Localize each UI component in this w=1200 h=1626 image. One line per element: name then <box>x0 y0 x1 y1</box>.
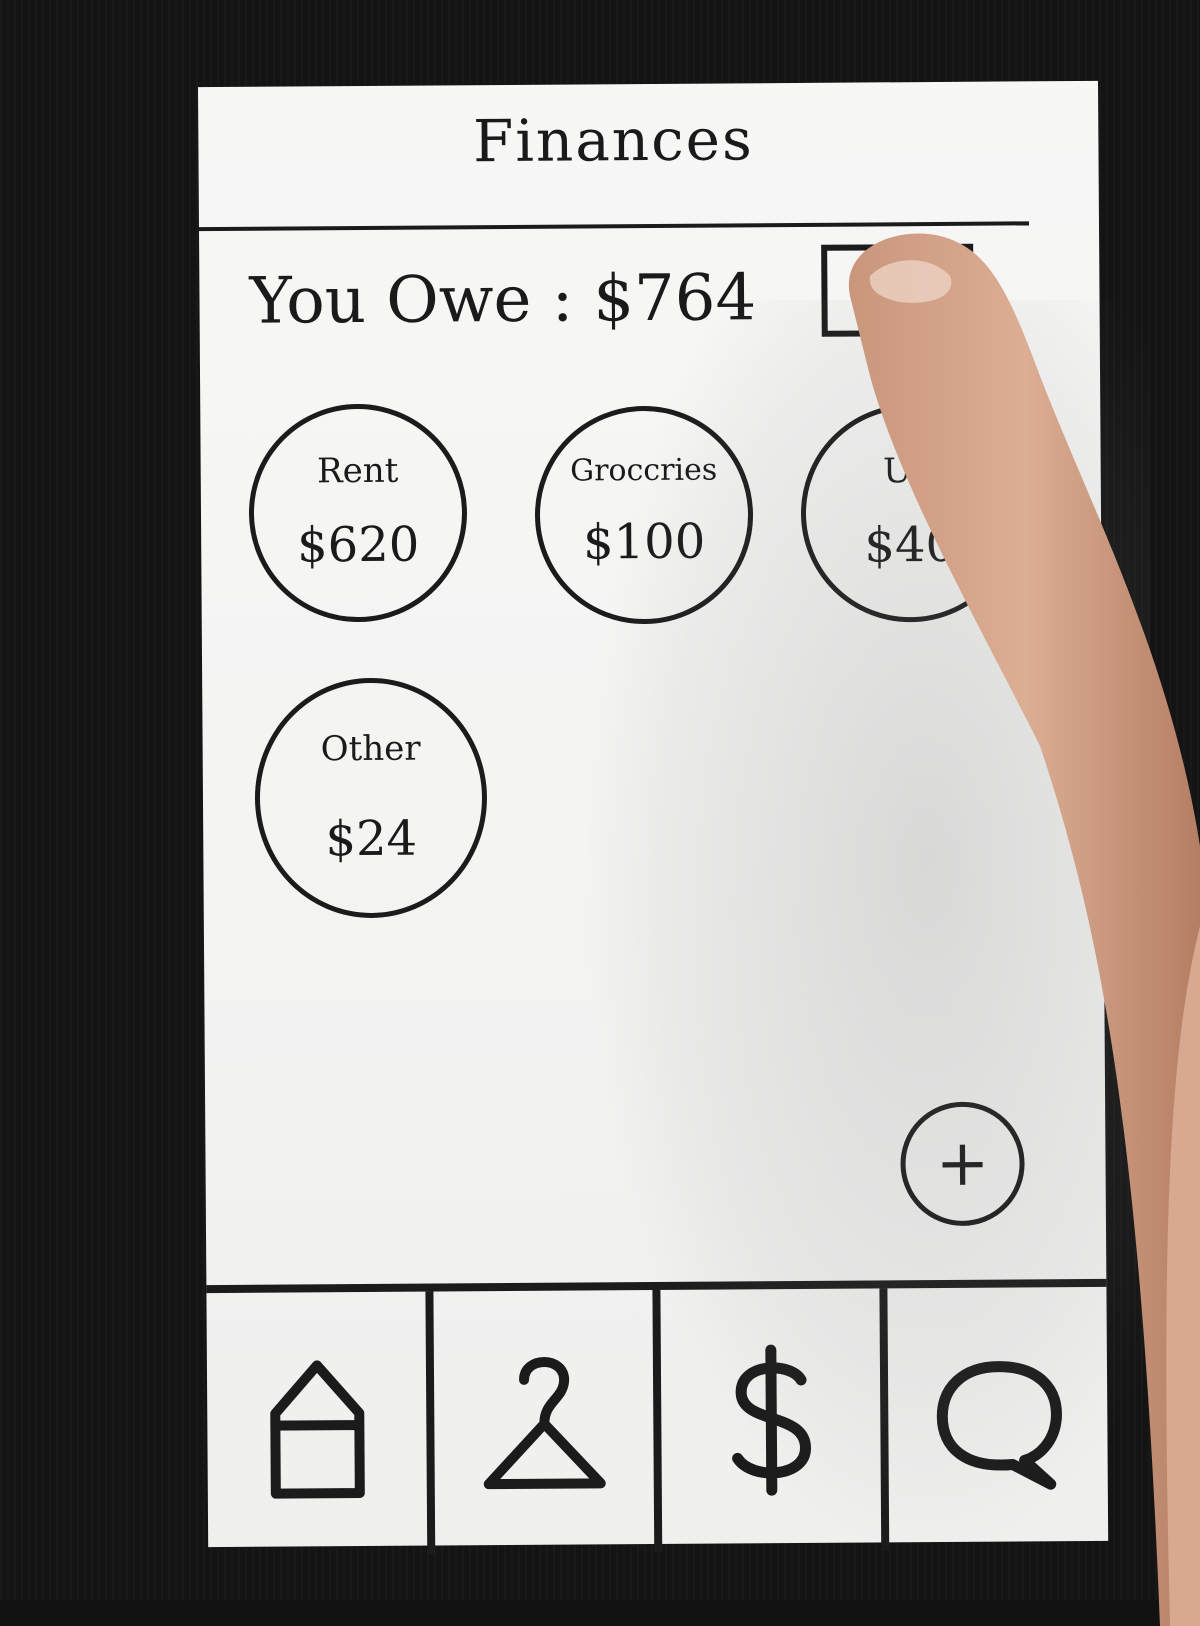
add-category-button[interactable]: + <box>900 1101 1025 1227</box>
category-name: Other <box>320 728 421 770</box>
dollar-icon <box>731 1344 811 1496</box>
nav-closet[interactable] <box>433 1289 663 1554</box>
nav-chat[interactable] <box>887 1287 1108 1551</box>
nav-home[interactable] <box>206 1291 436 1556</box>
category-name: Uti <box>882 450 937 492</box>
owe-label: You Owe : <box>249 262 574 339</box>
category-amount: $620 <box>296 516 420 574</box>
category-groceries[interactable]: Groccries $100 <box>534 405 754 625</box>
bottom-nav-bar <box>206 1278 1109 1556</box>
category-amount: $24 <box>325 810 418 868</box>
phone-screen-prototype: Finances You Owe : $764 Rent $620 Groccr… <box>198 80 1109 1556</box>
nav-finances[interactable] <box>660 1288 890 1552</box>
chat-bubble-icon <box>936 1361 1062 1490</box>
owed-summary: You Owe : $764 <box>249 253 756 347</box>
app-header: Finances <box>198 81 1029 232</box>
category-amount: $100 <box>582 513 706 571</box>
page-title: Finances <box>472 105 754 176</box>
category-name: Groccries <box>570 452 718 489</box>
category-amount: $40 <box>864 516 957 574</box>
category-name: Rent <box>316 450 399 492</box>
plus-icon: + <box>935 1126 990 1202</box>
category-utilities[interactable]: Uti $40 <box>800 403 1020 623</box>
category-other[interactable]: Other $24 <box>254 677 488 919</box>
category-rent[interactable]: Rent $620 <box>248 403 468 623</box>
home-icon <box>269 1360 365 1499</box>
owe-amount: $764 <box>593 261 757 337</box>
hanger-icon <box>483 1357 606 1490</box>
pay-checkbox[interactable] <box>821 243 974 337</box>
